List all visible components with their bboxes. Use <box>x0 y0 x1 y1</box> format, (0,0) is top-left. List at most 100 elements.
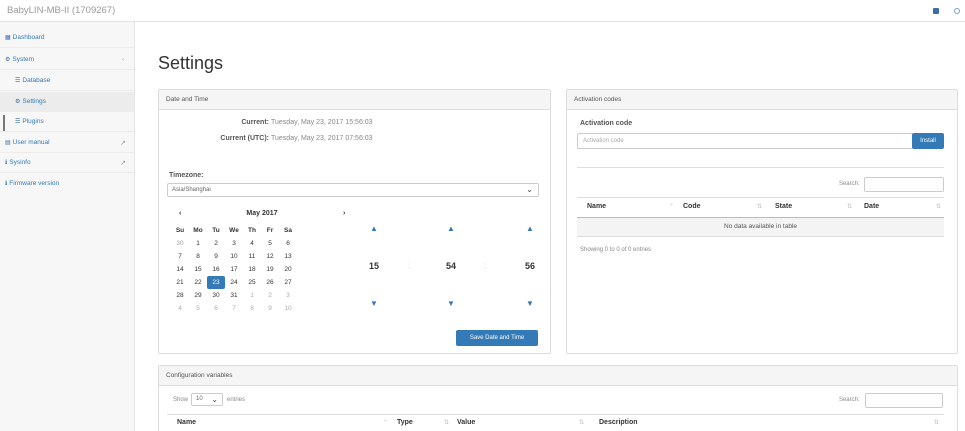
save-date-time-button[interactable]: Save Date and Time <box>456 330 538 346</box>
calendar-day[interactable]: 15 <box>189 263 207 276</box>
list-icon: ☰ <box>15 78 21 84</box>
calendar-day[interactable]: 20 <box>279 263 297 276</box>
calendar-day[interactable]: 7 <box>171 250 189 263</box>
calendar-day[interactable]: 1 <box>189 237 207 250</box>
column-header-value[interactable]: Value <box>457 419 475 426</box>
calendar-day[interactable]: 25 <box>243 276 261 289</box>
user-icon[interactable] <box>933 8 939 14</box>
calendar-prev-button[interactable]: ‹ <box>179 210 181 217</box>
search-input[interactable] <box>864 177 944 192</box>
calendar-day[interactable]: 9 <box>207 250 225 263</box>
list-icon: ☰ <box>15 119 21 125</box>
calendar-day[interactable]: 4 <box>243 237 261 250</box>
sidebar-item-dashboard[interactable]: ▦ Dashboard <box>0 28 134 48</box>
empty-table-message: No data available in table <box>577 218 944 236</box>
calendar-day[interactable]: 17 <box>225 263 243 276</box>
brand-title[interactable]: BabyLIN-MB-II (1709267) <box>7 5 115 16</box>
calendar-day[interactable]: 14 <box>171 263 189 276</box>
minute-up-arrow-icon[interactable]: ▲ <box>445 224 457 233</box>
timezone-select[interactable]: Asia/Shanghai ⌄ <box>167 183 539 197</box>
column-header-code[interactable]: Code <box>683 203 701 210</box>
calendar-next-button[interactable]: › <box>343 210 345 217</box>
minutes-value[interactable]: 54 <box>441 261 461 271</box>
activation-code-input[interactable]: Activation code <box>577 133 913 149</box>
chevron-down-icon: ⌄ <box>211 395 218 404</box>
calendar-day[interactable]: 2 <box>207 237 225 250</box>
calendar-day[interactable]: 13 <box>279 250 297 263</box>
calendar-day[interactable]: 31 <box>225 289 243 302</box>
page-title: Settings <box>158 53 224 73</box>
calendar-day[interactable]: 8 <box>189 250 207 263</box>
sidebar-item-firmware-version[interactable]: ℹ Firmware version <box>0 173 134 193</box>
calendar-day[interactable]: 7 <box>225 302 243 315</box>
hour-up-arrow-icon[interactable]: ▲ <box>368 224 380 233</box>
calendar-day[interactable]: 26 <box>261 276 279 289</box>
calendar-day[interactable]: 5 <box>261 237 279 250</box>
calendar-day[interactable]: 30 <box>171 237 189 250</box>
calendar-day[interactable]: 2 <box>261 289 279 302</box>
calendar-day[interactable]: 6 <box>207 302 225 315</box>
calendar-day-selected[interactable]: 23 <box>207 276 225 289</box>
calendar-day[interactable]: 16 <box>207 263 225 276</box>
second-up-arrow-icon[interactable]: ▲ <box>524 224 536 233</box>
hour-down-arrow-icon[interactable]: ▼ <box>368 299 380 308</box>
calendar-day[interactable]: 19 <box>261 263 279 276</box>
calendar-day[interactable]: 18 <box>243 263 261 276</box>
calendar-day[interactable]: 24 <box>225 276 243 289</box>
calendar-day[interactable]: 11 <box>243 250 261 263</box>
calendar-day[interactable]: 21 <box>171 276 189 289</box>
sort-icon: ⇅ <box>934 420 940 426</box>
sidebar-item-system[interactable]: ⚙ System ‹ <box>0 50 134 70</box>
calendar-day[interactable]: 28 <box>171 289 189 302</box>
column-header-state[interactable]: State <box>775 203 792 210</box>
install-button[interactable]: Install <box>912 133 944 149</box>
panel-heading: Date and Time <box>159 90 550 110</box>
column-header-description[interactable]: Description <box>599 419 638 426</box>
sidebar-item-label: Firmware version <box>9 179 60 187</box>
calendar-day[interactable]: 8 <box>243 302 261 315</box>
column-header-name[interactable]: Name <box>177 419 196 426</box>
calendar-day[interactable]: 22 <box>189 276 207 289</box>
sort-icon: ⇅ <box>936 204 942 210</box>
calendar-day[interactable]: 30 <box>207 289 225 302</box>
calendar-day[interactable]: 12 <box>261 250 279 263</box>
column-header-type[interactable]: Type <box>397 419 413 426</box>
sidebar-item-settings[interactable]: ⚙ Settings <box>0 92 134 112</box>
time-separator: : <box>484 261 487 270</box>
calendar-day[interactable]: 5 <box>189 302 207 315</box>
settings-icon[interactable] <box>954 8 960 14</box>
calendar-day[interactable]: 9 <box>261 302 279 315</box>
calendar-day[interactable]: 10 <box>279 302 297 315</box>
calendar-day[interactable]: 6 <box>279 237 297 250</box>
calendar-day[interactable]: 10 <box>225 250 243 263</box>
cogs-icon: ⚙ <box>5 57 11 63</box>
page-size-select[interactable]: 10 ⌄ <box>191 393 223 406</box>
sidebar-item-user-manual[interactable]: ▤ User manual ↗ <box>0 133 134 153</box>
calendar-day[interactable]: 3 <box>279 289 297 302</box>
search-input[interactable] <box>865 393 943 408</box>
minute-down-arrow-icon[interactable]: ▼ <box>445 299 457 308</box>
hours-value[interactable]: 15 <box>364 261 384 271</box>
activation-code-label: Activation code <box>580 120 633 127</box>
sidebar-item-sysinfo[interactable]: ℹ Sysinfo ↗ <box>0 153 134 173</box>
calendar-day[interactable]: 27 <box>279 276 297 289</box>
seconds-value[interactable]: 56 <box>520 261 540 271</box>
sidebar-item-label: Settings <box>22 98 46 105</box>
sidebar-item-database[interactable]: ☰ Database <box>0 71 134 91</box>
date-time-panel: Date and Time Current: Tuesday, May 23, … <box>158 89 551 354</box>
top-bar: BabyLIN-MB-II (1709267) <box>0 0 965 22</box>
activation-codes-panel: Activation codes Activation code Activat… <box>566 89 958 354</box>
calendar-day[interactable]: 1 <box>243 289 261 302</box>
calendar-day[interactable]: 29 <box>189 289 207 302</box>
calendar-day[interactable]: 4 <box>171 302 189 315</box>
calendar-dow: We <box>229 227 239 234</box>
utc-value: Tuesday, May 23, 2017 07:56:03 <box>271 135 373 142</box>
time-picker: ▲ ▲ ▲ 15 : 54 : 56 ▼ ▼ ▼ <box>361 206 549 316</box>
sidebar-item-plugins[interactable]: ☰ Plugins <box>0 112 134 132</box>
calendar-day[interactable]: 3 <box>225 237 243 250</box>
calendar-month[interactable]: May 2017 <box>237 210 287 217</box>
column-header-date[interactable]: Date <box>864 203 879 210</box>
column-header-name[interactable]: Name <box>587 203 606 210</box>
second-down-arrow-icon[interactable]: ▼ <box>524 299 536 308</box>
table-top-border <box>577 197 944 198</box>
